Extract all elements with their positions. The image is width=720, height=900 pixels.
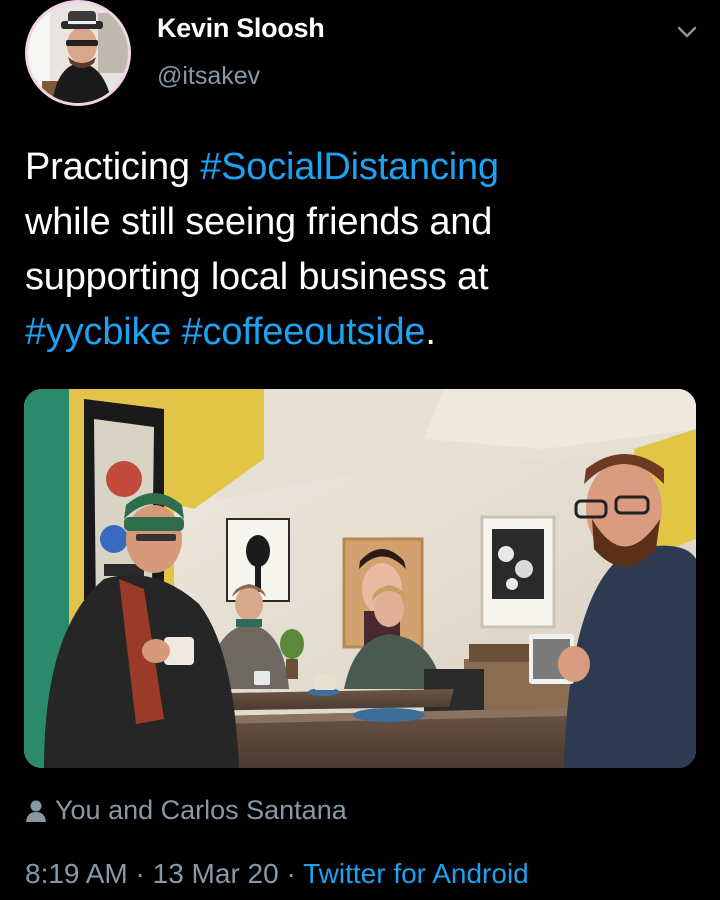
tweet-source-link[interactable]: Twitter for Android [303, 858, 529, 889]
tagged-people[interactable]: You and Carlos Santana [25, 795, 347, 826]
tweet-photo[interactable] [24, 389, 696, 768]
tweet-text-segment: . [425, 311, 436, 353]
cafe-photo [24, 389, 696, 768]
tweet-text-line: supporting local business at [25, 250, 695, 305]
separator: · [278, 858, 304, 889]
tweet-text-segment: while still seeing friends and [25, 201, 493, 243]
tweet-time: 8:19 AM [25, 858, 128, 889]
hashtag-link[interactable]: #coffeeoutside [182, 311, 426, 353]
author-name[interactable]: Kevin Sloosh [157, 13, 325, 44]
tweet-date: 13 Mar 20 [152, 858, 279, 889]
tweet-text-segment: supporting local business at [25, 256, 489, 298]
separator: · [127, 858, 153, 889]
tweet-metadata: 8:19 AM · 13 Mar 20 · Twitter for Androi… [25, 858, 529, 890]
hashtag-link[interactable]: #SocialDistancing [200, 146, 499, 188]
tweet-text-segment [171, 311, 181, 353]
avatar-photo [28, 3, 128, 103]
tweet-text-segment: Practicing [25, 146, 201, 188]
tweet-text-line: Practicing #SocialDistancing [25, 140, 695, 195]
tweet-text-line: while still seeing friends and [25, 195, 695, 250]
tweet-text: Practicing #SocialDistancing while still … [25, 140, 695, 360]
tagged-people-text: You and Carlos Santana [55, 795, 347, 825]
author-handle[interactable]: @itsakev [157, 62, 260, 91]
tweet-text-line: #yycbike #coffeeoutside. [25, 305, 695, 360]
hashtag-link[interactable]: #yycbike [25, 311, 171, 353]
avatar[interactable] [25, 0, 131, 106]
person-icon [26, 800, 46, 822]
chevron-down-icon[interactable] [676, 21, 698, 43]
tweet-header: Kevin Sloosh @itsakev [0, 0, 720, 110]
